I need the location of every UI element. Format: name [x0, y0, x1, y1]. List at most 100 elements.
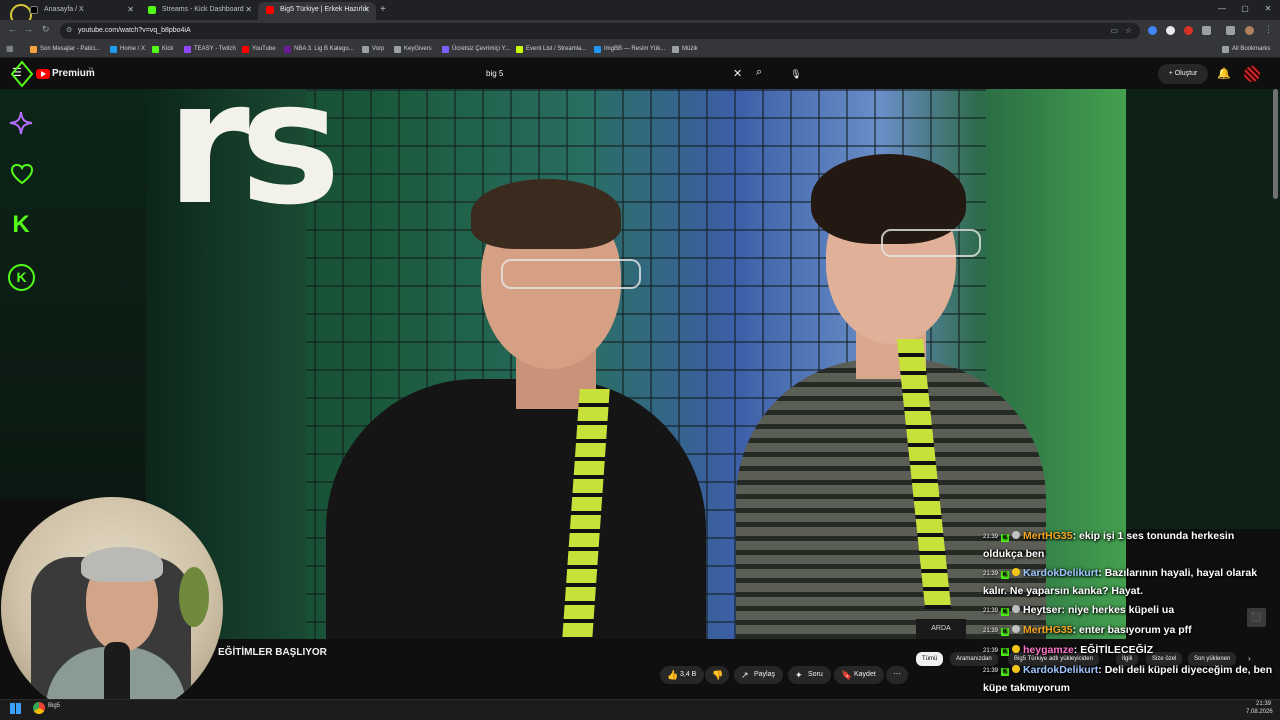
- page-scrollbar[interactable]: [1273, 89, 1278, 199]
- ask-button[interactable]: ✦ Soru: [788, 666, 831, 684]
- bookmark-label: NBA 3. Lig B Katego...: [294, 46, 354, 52]
- chat-timestamp: 21:39: [983, 668, 999, 674]
- bookmark-label: Müzik: [682, 46, 698, 52]
- chat-timestamp: 21:39: [983, 648, 999, 654]
- bookmark-item[interactable]: NBA 3. Lig B Katego...: [284, 44, 354, 54]
- downloads-icon[interactable]: [1226, 26, 1235, 35]
- chat-settings-icon[interactable]: ⬛: [1247, 608, 1266, 627]
- bookmark-favicon-icon: [362, 46, 369, 53]
- browser-menu-icon[interactable]: ⋮: [1264, 24, 1273, 35]
- chat-timestamp: 21:39: [983, 534, 999, 540]
- profile-avatar-icon[interactable]: [1245, 26, 1254, 35]
- reload-icon[interactable]: ↻: [42, 24, 50, 35]
- browser-tab-2[interactable]: Streams - Kick Dashboard ✕: [140, 2, 258, 20]
- clear-search-icon[interactable]: ✕: [733, 67, 742, 80]
- bookmark-item[interactable]: Kick: [152, 44, 173, 54]
- voice-search-icon[interactable]: 🎙: [786, 64, 806, 84]
- extension-3-icon[interactable]: [1184, 26, 1193, 35]
- bookmark-star-icon[interactable]: ☆: [1125, 23, 1132, 39]
- save-button[interactable]: 🔖 Kaydet: [834, 666, 884, 684]
- minimize-icon[interactable]: —: [1212, 4, 1232, 13]
- search-icon[interactable]: ⌕: [756, 66, 762, 79]
- windows-start-icon[interactable]: [10, 703, 21, 714]
- maximize-icon[interactable]: ▢: [1235, 4, 1255, 13]
- create-button[interactable]: + Oluştur: [1158, 64, 1208, 84]
- bookmark-favicon-icon: [284, 46, 291, 53]
- close-tab-icon[interactable]: ✕: [127, 2, 134, 18]
- taskbar-clock-time[interactable]: 21:39: [1256, 701, 1271, 707]
- youtube-logo[interactable]: Premium TR: [36, 66, 116, 83]
- more-dots-icon: ⋯: [893, 671, 901, 678]
- channel-avatar[interactable]: [1244, 66, 1260, 82]
- tab-label: Big5 Türkiye | Erkek Hazırlık: [280, 6, 369, 13]
- dislike-button[interactable]: 👎: [705, 666, 729, 684]
- taskbar-clock-date[interactable]: 7.08.2026: [1246, 709, 1273, 715]
- extension-4-icon[interactable]: [1202, 26, 1211, 35]
- browser-tab-1[interactable]: Anasayfa / X ✕: [22, 2, 140, 20]
- chat-text: : enter basıyorum ya pff: [1072, 624, 1192, 636]
- person-right-glasses: [881, 229, 981, 257]
- bookmark-item[interactable]: Home / X: [110, 44, 145, 54]
- windows-taskbar: [0, 699, 1280, 720]
- chat-username: heygamze: [1023, 644, 1074, 656]
- share-button[interactable]: ↗ Paylaş: [734, 666, 784, 684]
- bookmark-icon: 🔖: [841, 670, 853, 680]
- bookmark-item[interactable]: KeyGivers: [394, 44, 432, 54]
- bookmark-label: Ücretsiz Çevrimiçi Y...: [452, 46, 510, 52]
- bookmark-item[interactable]: Vorp: [362, 44, 384, 54]
- new-tab-icon[interactable]: +: [380, 4, 386, 15]
- youtube-logo-icon: [266, 6, 274, 14]
- kick-badge-icon: K: [1001, 571, 1010, 579]
- extension-2-icon[interactable]: [1166, 26, 1175, 35]
- browser-tab-3[interactable]: Big5 Türkiye | Erkek Hazırlık ✕: [258, 2, 376, 20]
- like-button[interactable]: 👍 3,4 B: [660, 666, 704, 684]
- cast-icon[interactable]: ▭: [1110, 23, 1118, 39]
- webcam-plant: [179, 567, 209, 627]
- stream-overlay-right-panel: [1126, 89, 1280, 529]
- back-arrow-icon[interactable]: ←: [8, 24, 17, 34]
- bookmark-label: KeyGivers: [404, 46, 432, 52]
- bookmark-favicon-icon: [152, 46, 159, 53]
- bookmark-item[interactable]: Son Mesajlar - Patici...: [30, 44, 100, 54]
- user-badge-icon: [1012, 645, 1021, 653]
- bookmark-item[interactable]: ImgBB — Resim Yük...: [594, 44, 665, 54]
- filter-chip[interactable]: Tümü: [916, 652, 944, 666]
- chat-username: KardokDelikurt: [1023, 664, 1099, 676]
- forward-arrow-icon[interactable]: →: [24, 24, 33, 34]
- video-player[interactable]: rs ARDA: [146, 89, 1126, 639]
- chat-message: 21:39 Kheygamze: EĞİTİLECEĞİZ: [983, 642, 1275, 660]
- extension-1-icon[interactable]: [1148, 26, 1157, 35]
- kick-badge-icon: K: [1001, 534, 1010, 542]
- logo-country-code: TR: [88, 66, 94, 71]
- chat-message: 21:39 K Heytser: niye herkes küpeli ua: [983, 602, 1275, 620]
- close-tab-icon[interactable]: ✕: [245, 2, 252, 18]
- chat-username: KardokDelikurt: [1023, 567, 1099, 579]
- close-window-icon[interactable]: ✕: [1258, 4, 1278, 13]
- chrome-taskbar-icon[interactable]: [33, 702, 45, 714]
- bookmark-item[interactable]: TEASY - Twitch: [184, 44, 236, 54]
- thumbs-down-icon: 👎: [712, 670, 724, 680]
- taskbar-app-label[interactable]: Big5: [48, 703, 60, 709]
- bookmark-item[interactable]: YouTube: [242, 44, 276, 54]
- person-left-body: [326, 379, 706, 639]
- site-info-icon[interactable]: ⚙: [66, 23, 72, 39]
- bookmark-item[interactable]: Müzik: [672, 44, 698, 54]
- notifications-bell-icon[interactable]: 🔔: [1217, 67, 1231, 80]
- bookmark-item[interactable]: Ücretsiz Çevrimiçi Y...: [442, 44, 510, 54]
- chat-message: 21:39 K MertHG35: ekip işi 1 ses tonunda h…: [983, 528, 1275, 563]
- kick-diamond-logo-icon: [10, 60, 34, 88]
- chat-text: : EĞİTİLECEĞİZ: [1073, 644, 1154, 656]
- chat-username: MertHG35: [1023, 530, 1073, 542]
- name-badge: ARDA: [916, 619, 966, 639]
- address-bar[interactable]: ⚙ youtube.com/watch?v=vq_b8pbo4iA ▭ ☆: [60, 23, 1140, 39]
- bookmark-item[interactable]: Event List / Streamla...: [516, 44, 586, 54]
- more-actions-button[interactable]: ⋯: [886, 666, 908, 684]
- all-bookmarks-folder[interactable]: All Bookmarks: [1222, 44, 1270, 54]
- stream-chat-overlay: 21:39 K MertHG35: ekip işi 1 ses tonunda h…: [980, 528, 1280, 718]
- close-tab-icon[interactable]: ✕: [363, 2, 370, 18]
- apps-grid-icon[interactable]: ▦: [6, 44, 14, 53]
- bookmark-favicon-icon: [594, 46, 601, 53]
- sparkle-icon: [9, 111, 33, 135]
- chat-username: Heytser: [1023, 604, 1062, 616]
- chat-timestamp: 21:39: [983, 571, 999, 577]
